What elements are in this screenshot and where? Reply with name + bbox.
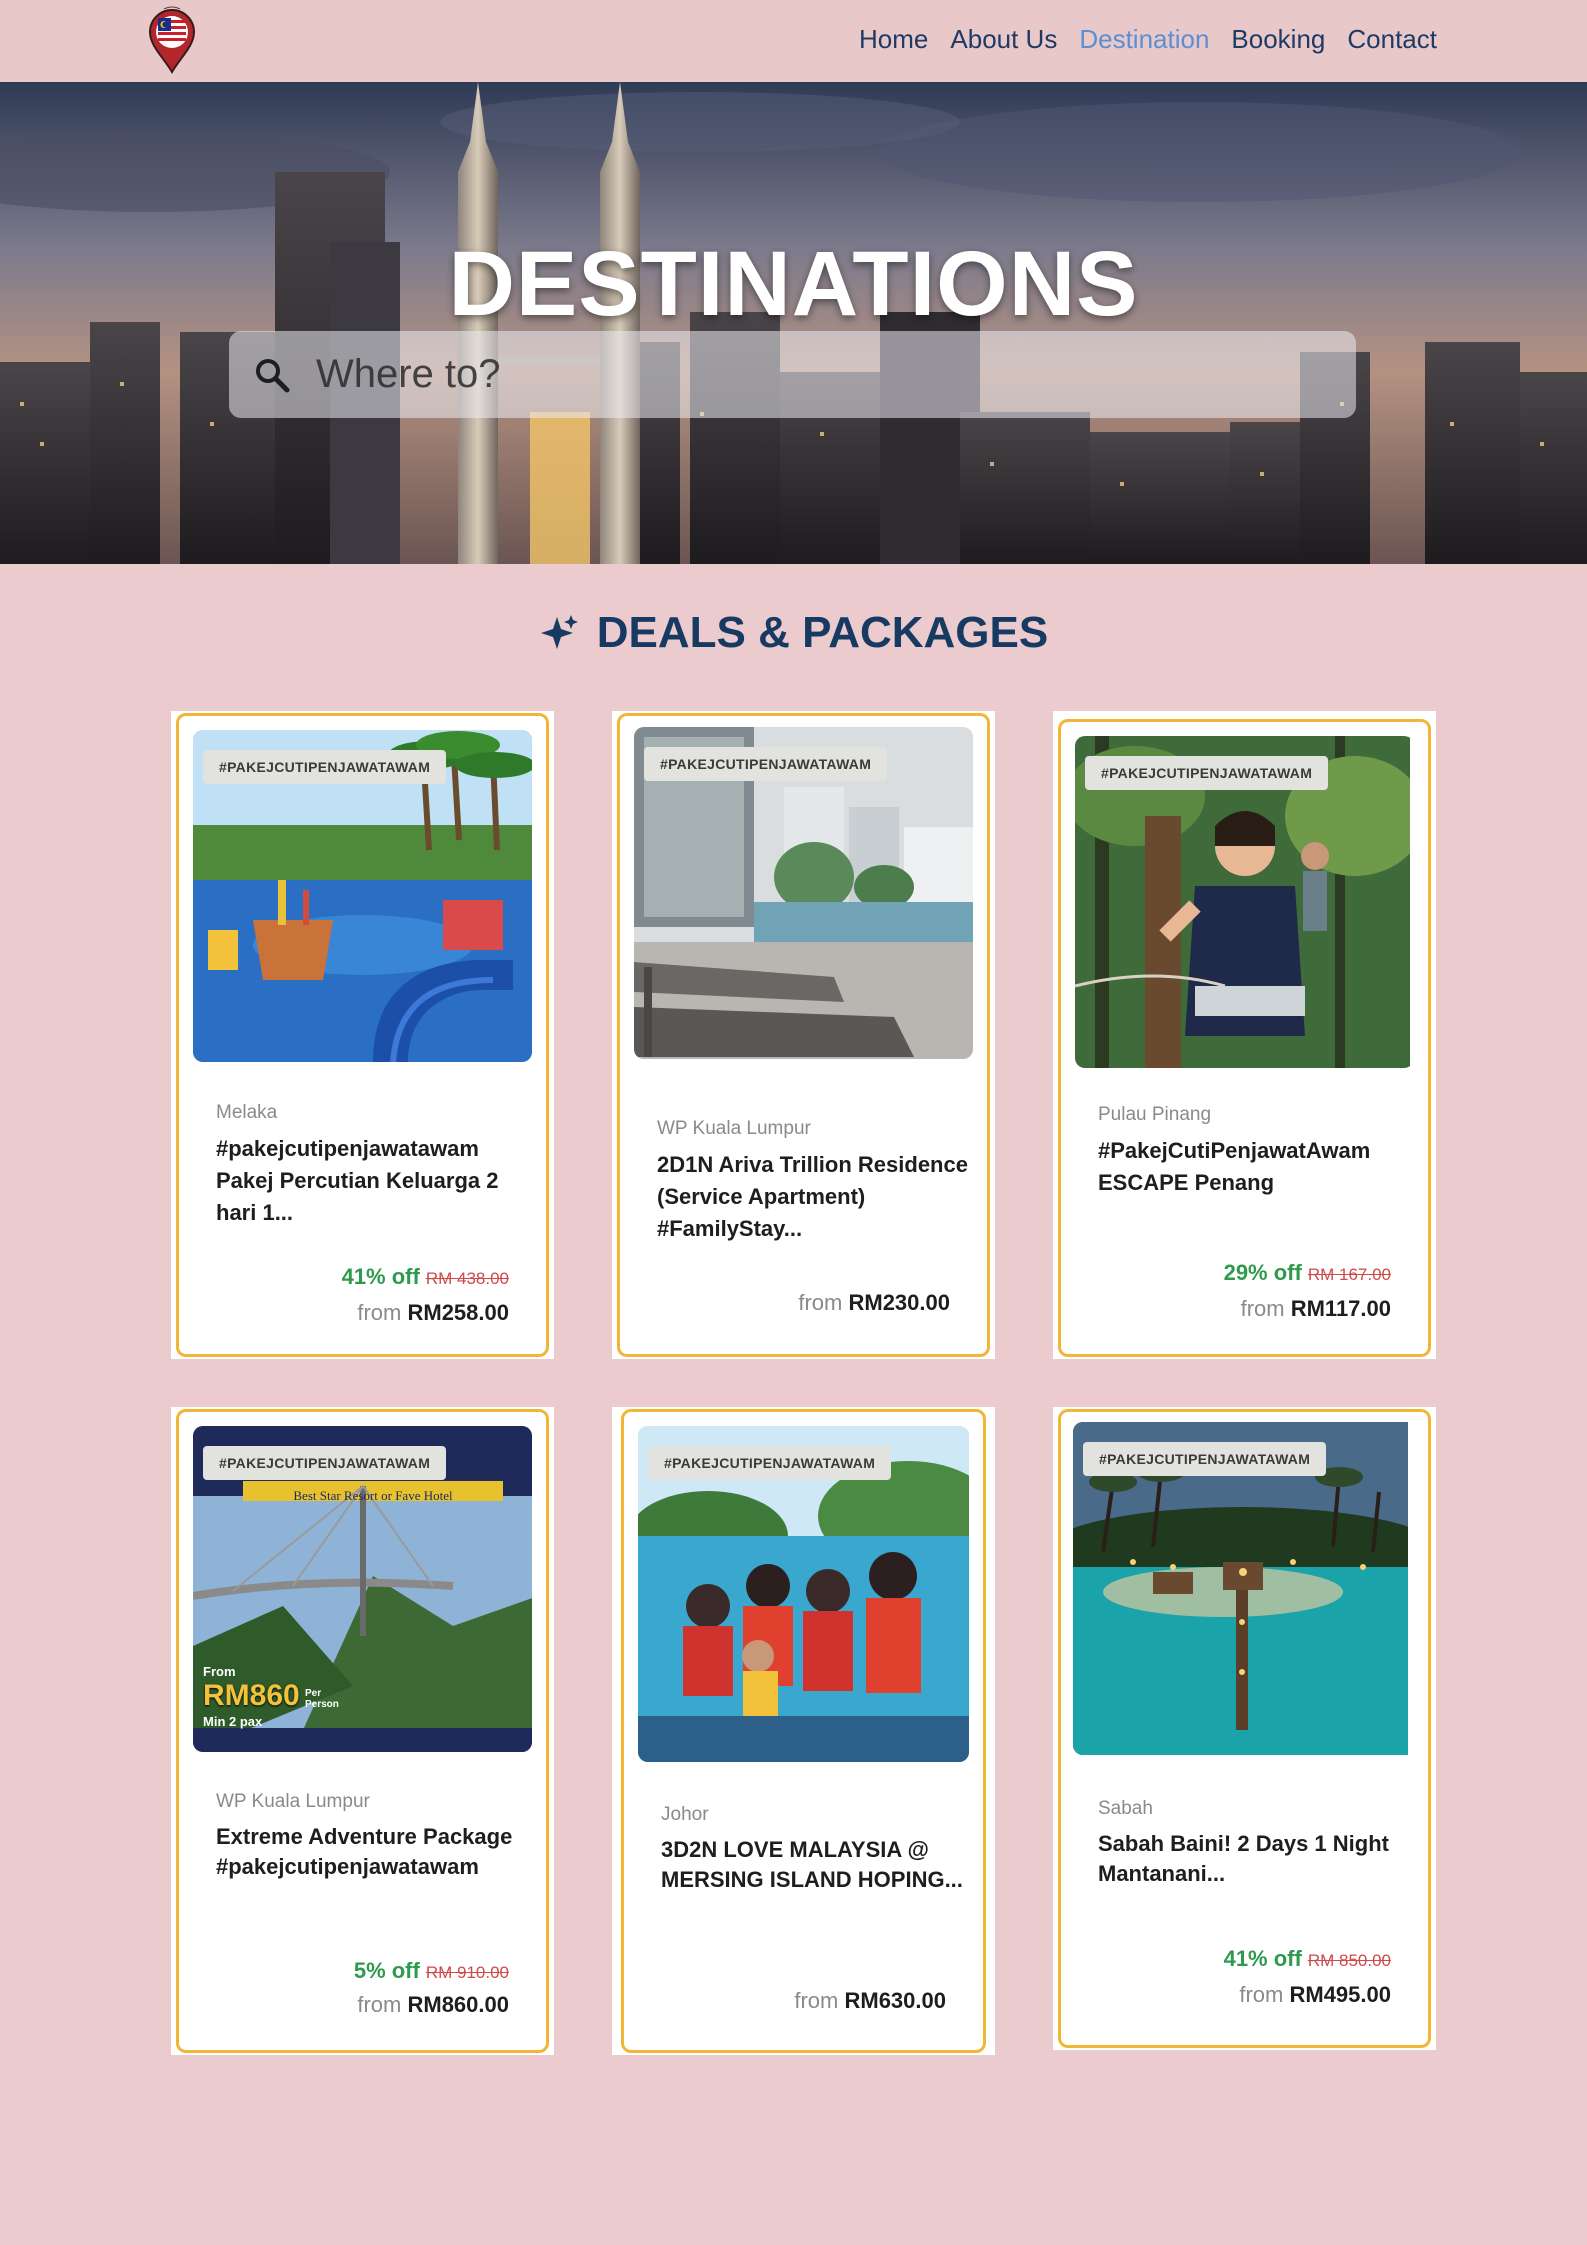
hero-title: DESTINATIONS [448,233,1139,335]
sparkles-icon [540,615,578,649]
discount-row: 41% off RM 850.00 [1224,1946,1391,1972]
card-location: Johor [661,1804,709,1825]
card-title: Extreme Adventure Package #pakejcutipenj… [216,1824,513,1879]
location-pin-flag-logo[interactable] [146,6,198,76]
hashtag-badge: #PAKEJCUTIPENJAWATAWAM [648,1446,892,1480]
original-price: RM 438.00 [425,1269,509,1288]
original-price: RM 910.00 [425,1963,509,1982]
deal-card[interactable]: #PAKEJCUTIPENJAWATAWAM Pulau Pinang #Pak… [1058,719,1431,1357]
deals-section-heading: DEALS & PACKAGES [0,608,1587,658]
search-icon [256,358,290,392]
deal-image-forest-adventure: #PAKEJCUTIPENJAWATAWAM [1075,736,1414,1068]
card-title: 2D1N Ariva Trillion Residence (Service A… [657,1152,968,1241]
poster-banner-text: Best Star Resort or Fave Hotel [293,1488,453,1503]
hashtag-badge: #PAKEJCUTIPENJAWATAWAM [1083,1442,1327,1476]
card-location: WP Kuala Lumpur [657,1118,811,1139]
card-title: #PakejCutiPenjawatAwam ESCAPE Penang [1098,1138,1371,1195]
deal-image-water-park: #PAKEJCUTIPENJAWATAWAM [193,730,532,1062]
card-location: Sabah [1098,1798,1153,1819]
nav-booking[interactable]: Booking [1231,24,1325,55]
discount-percent: 41% off [1223,1946,1302,1971]
nav-contact[interactable]: Contact [1347,24,1437,55]
nav-about-us[interactable]: About Us [950,24,1057,55]
hashtag-badge: #PAKEJCUTIPENJAWATAWAM [203,1446,447,1480]
price-row: from RM258.00 [357,1300,509,1326]
price-row: from RM630.00 [794,1988,946,2014]
original-price: RM 167.00 [1307,1265,1391,1284]
price-row: from RM495.00 [1239,1982,1391,2008]
discount-row: 29% off RM 167.00 [1224,1260,1391,1286]
deal-card[interactable]: #PAKEJCUTIPENJAWATAWAM Johor 3D2N LOVE M… [621,1409,986,2053]
deal-card[interactable]: #PAKEJCUTIPENJAWATAWAM Melaka #pakejcuti… [176,713,549,1357]
from-label: from [1240,1296,1285,1321]
navbar: Home About Us Destination Booking Contac… [0,0,1587,82]
poster-from-text: From [203,1664,236,1679]
poster-amount-text: RM860 [203,1679,300,1712]
sale-price: RM860.00 [407,1992,509,2017]
nav-destination[interactable]: Destination [1079,24,1209,55]
deal-card[interactable]: Best Star Resort or Fave Hotel From RM86… [176,1409,549,2053]
nav-home[interactable]: Home [859,24,928,55]
from-label: from [357,1300,402,1325]
search-input[interactable] [314,351,1318,398]
discount-percent: 5% off [353,1958,420,1983]
price-row: from RM117.00 [1241,1296,1391,1322]
discount-percent: 41% off [341,1264,420,1289]
deal-image-island-jetty: #PAKEJCUTIPENJAWATAWAM [1073,1422,1416,1755]
section-title-text: DEALS & PACKAGES [596,608,1049,657]
sale-price: RM230.00 [848,1290,950,1315]
hashtag-badge: #PAKEJCUTIPENJAWATAWAM [644,747,888,781]
deal-card-wrapper: #PAKEJCUTIPENJAWATAWAM Pulau Pinang #Pak… [1053,711,1436,1359]
hashtag-badge: #PAKEJCUTIPENJAWATAWAM [1085,756,1329,790]
deal-card[interactable]: #PAKEJCUTIPENJAWATAWAM Sabah Sabah Baini… [1058,1409,1431,2048]
discount-row: 5% off RM 910.00 [354,1958,509,1984]
original-price: RM 850.00 [1307,1951,1391,1970]
from-label: from [798,1290,843,1315]
nav-menu: Home About Us Destination Booking Contac… [859,24,1437,55]
discount-row: 41% off RM 438.00 [342,1264,509,1290]
poster-per-person-text: Per Person [305,1688,339,1710]
card-location: WP Kuala Lumpur [216,1791,370,1812]
sale-price: RM495.00 [1289,1982,1391,2007]
deal-image-pool-deck: #PAKEJCUTIPENJAWATAWAM [634,727,973,1059]
sale-price: RM117.00 [1290,1296,1391,1321]
price-row: from RM230.00 [798,1290,950,1316]
card-location: Melaka [216,1102,278,1123]
deal-card-wrapper: #PAKEJCUTIPENJAWATAWAM Johor 3D2N LOVE M… [612,1407,995,2055]
deal-image-boat-group: #PAKEJCUTIPENJAWATAWAM [638,1426,969,1762]
poster-min-pax-text: Min 2 pax [203,1714,263,1729]
hero-banner: DESTINATIONS [0,82,1587,564]
deal-card-wrapper: #PAKEJCUTIPENJAWATAWAM Melaka #pakejcuti… [171,711,554,1359]
card-title: #pakejcutipenjawatawam Pakej Percutian K… [216,1136,499,1225]
from-label: from [357,1992,402,2017]
deal-card-wrapper: #PAKEJCUTIPENJAWATAWAM WP Kuala Lumpur 2… [612,711,995,1359]
deal-image-sky-bridge-poster: Best Star Resort or Fave Hotel From RM86… [193,1426,532,1752]
deal-card[interactable]: #PAKEJCUTIPENJAWATAWAM WP Kuala Lumpur 2… [617,713,990,1357]
deal-card-wrapper: #PAKEJCUTIPENJAWATAWAM Sabah Sabah Baini… [1053,1407,1436,2050]
destination-search-bar[interactable] [229,331,1356,418]
from-label: from [1239,1982,1284,2007]
card-title: Sabah Baini! 2 Days 1 Night Mantanani... [1098,1831,1389,1886]
price-row: from RM860.00 [357,1992,509,2018]
card-title: 3D2N LOVE MALAYSIA @ MERSING ISLAND HOPI… [661,1837,963,1892]
sale-price: RM258.00 [407,1300,509,1325]
hashtag-badge: #PAKEJCUTIPENJAWATAWAM [203,750,447,784]
card-location: Pulau Pinang [1098,1104,1212,1125]
discount-percent: 29% off [1223,1260,1302,1285]
sale-price: RM630.00 [844,1988,946,2013]
deal-card-wrapper: Best Star Resort or Fave Hotel From RM86… [171,1407,554,2055]
from-label: from [794,1988,839,2013]
